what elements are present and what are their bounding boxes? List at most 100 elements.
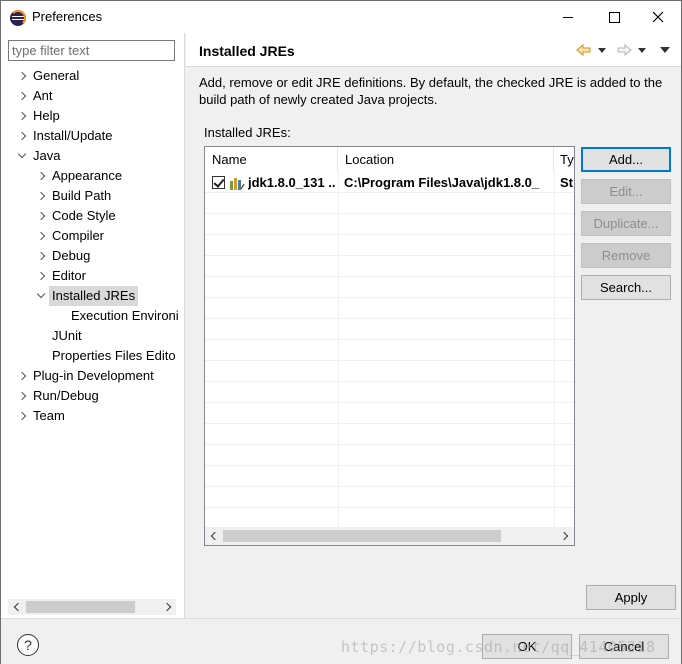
page-header: Installed JREs	[186, 33, 681, 67]
tree-item-label: Ant	[33, 88, 53, 103]
help-icon[interactable]: ?	[17, 634, 39, 656]
chevron-right-icon[interactable]	[36, 266, 46, 286]
tree-item-team[interactable]: Team	[1, 406, 185, 426]
empty-table-row	[205, 445, 574, 466]
chevron-right-icon[interactable]	[36, 206, 46, 226]
chevron-right-icon[interactable]	[17, 66, 27, 86]
tree-item-label: Installed JREs	[49, 286, 139, 306]
installed-jres-table[interactable]: Name Location Ty jdk1.8.0_131 ... C:\Pro…	[204, 146, 575, 546]
back-arrow-icon[interactable]	[576, 42, 592, 58]
forward-dropdown-icon[interactable]	[638, 48, 646, 53]
tree-item-label: Properties Files Edito	[52, 348, 176, 363]
tree-item-label: Compiler	[52, 228, 105, 243]
empty-table-row	[205, 256, 574, 277]
jre-type-cell: St	[560, 175, 573, 190]
minimize-button[interactable]	[545, 1, 591, 33]
empty-table-row	[205, 235, 574, 256]
tree-item-appearance[interactable]: Appearance	[1, 166, 185, 186]
tree-item-help[interactable]: Help	[1, 106, 185, 126]
tree-item-debug[interactable]: Debug	[1, 246, 185, 266]
scroll-left-icon[interactable]	[205, 528, 221, 544]
empty-table-row	[205, 214, 574, 235]
scrollbar-thumb[interactable]	[223, 530, 501, 542]
tree-item-label: Appearance	[52, 168, 123, 183]
filter-input[interactable]	[8, 40, 175, 61]
chevron-right-icon[interactable]	[17, 86, 27, 106]
chevron-down-icon[interactable]	[17, 146, 27, 166]
chevron-right-icon[interactable]	[17, 106, 27, 126]
tree-item-compiler[interactable]: Compiler	[1, 226, 185, 246]
empty-table-row	[205, 487, 574, 508]
empty-table-row	[205, 340, 574, 361]
chevron-right-icon[interactable]	[36, 226, 46, 246]
tree-item-code-style[interactable]: Code Style	[1, 206, 185, 226]
scroll-right-icon[interactable]	[160, 599, 176, 615]
tree-item-build-path[interactable]: Build Path	[1, 186, 185, 206]
search-button[interactable]: Search...	[581, 275, 671, 300]
tree-item-installed-jres[interactable]: Installed JREs	[1, 286, 185, 306]
cancel-button[interactable]: Cancel	[579, 634, 669, 659]
window-title: Preferences	[32, 9, 103, 24]
tree-item-execution-environi[interactable]: Execution Environi	[1, 306, 185, 326]
preference-tree: General Ant Help Install/Update Java Appearan…	[1, 66, 185, 426]
view-menu-icon[interactable]	[660, 47, 670, 53]
tree-item-label: Plug-in Development	[33, 368, 154, 383]
scroll-right-icon[interactable]	[557, 528, 573, 544]
tree-item-editor[interactable]: Editor	[1, 266, 185, 286]
tree-item-run-debug[interactable]: Run/Debug	[1, 386, 185, 406]
forward-arrow-icon[interactable]	[616, 42, 632, 58]
preference-tree-pane: General Ant Help Install/Update Java Appearan…	[1, 33, 185, 618]
tree-item-general[interactable]: General	[1, 66, 185, 86]
default-jre-checkbox[interactable]	[212, 176, 225, 189]
close-button[interactable]	[635, 1, 681, 33]
apply-button[interactable]: Apply	[586, 585, 676, 610]
empty-table-row	[205, 319, 574, 340]
preferences-dialog: Preferences General Ant Help Install/Update…	[0, 0, 682, 664]
tree-horizontal-scrollbar[interactable]	[8, 599, 176, 615]
jre-name-cell: jdk1.8.0_131 ...	[248, 175, 336, 190]
installed-jres-label: Installed JREs:	[204, 125, 291, 140]
tree-item-plug-in-development[interactable]: Plug-in Development	[1, 366, 185, 386]
tree-item-label: Editor	[52, 268, 86, 283]
add-button[interactable]: Add...	[581, 147, 671, 172]
duplicate-button[interactable]: Duplicate...	[581, 211, 671, 236]
tree-item-java[interactable]: Java	[1, 146, 185, 166]
scroll-left-icon[interactable]	[8, 599, 24, 615]
column-header-type[interactable]: Ty	[554, 147, 574, 172]
dialog-button-bar: ? OK Cancel https://blog.csdn.net/qq_414…	[1, 618, 681, 664]
back-dropdown-icon[interactable]	[598, 48, 606, 53]
table-horizontal-scrollbar[interactable]	[205, 527, 574, 545]
remove-button[interactable]: Remove	[581, 243, 671, 268]
ok-button[interactable]: OK	[482, 634, 572, 659]
chevron-right-icon[interactable]	[17, 386, 27, 406]
chevron-right-icon[interactable]	[17, 406, 27, 426]
tree-item-label: Team	[33, 408, 65, 423]
column-header-name[interactable]: Name	[205, 147, 338, 172]
scrollbar-thumb[interactable]	[26, 601, 135, 613]
empty-table-row	[205, 403, 574, 424]
tree-item-install-update[interactable]: Install/Update	[1, 126, 185, 146]
tree-item-label: JUnit	[52, 328, 82, 343]
empty-table-row	[205, 277, 574, 298]
chevron-right-icon[interactable]	[36, 186, 46, 206]
tree-item-label: Run/Debug	[33, 388, 99, 403]
column-header-location[interactable]: Location	[338, 147, 554, 172]
tree-item-junit[interactable]: JUnit	[1, 326, 185, 346]
tree-item-ant[interactable]: Ant	[1, 86, 185, 106]
empty-table-row	[205, 508, 574, 529]
tree-item-label: Debug	[52, 248, 91, 263]
jre-location-cell: C:\Program Files\Java\jdk1.8.0_	[344, 175, 540, 190]
maximize-button[interactable]	[591, 1, 637, 33]
table-row[interactable]: jdk1.8.0_131 ... C:\Program Files\Java\j…	[205, 172, 574, 193]
chevron-right-icon[interactable]	[17, 366, 27, 386]
chevron-right-icon[interactable]	[17, 126, 27, 146]
chevron-right-icon[interactable]	[36, 246, 46, 266]
empty-table-row	[205, 466, 574, 487]
edit-button[interactable]: Edit...	[581, 179, 671, 204]
chevron-down-icon[interactable]	[36, 286, 46, 306]
tree-item-label: Java	[33, 148, 61, 163]
maximize-icon	[608, 11, 620, 23]
chevron-right-icon[interactable]	[36, 166, 46, 186]
tree-item-label: Help	[33, 108, 60, 123]
tree-item-properties-files-edito[interactable]: Properties Files Edito	[1, 346, 185, 366]
